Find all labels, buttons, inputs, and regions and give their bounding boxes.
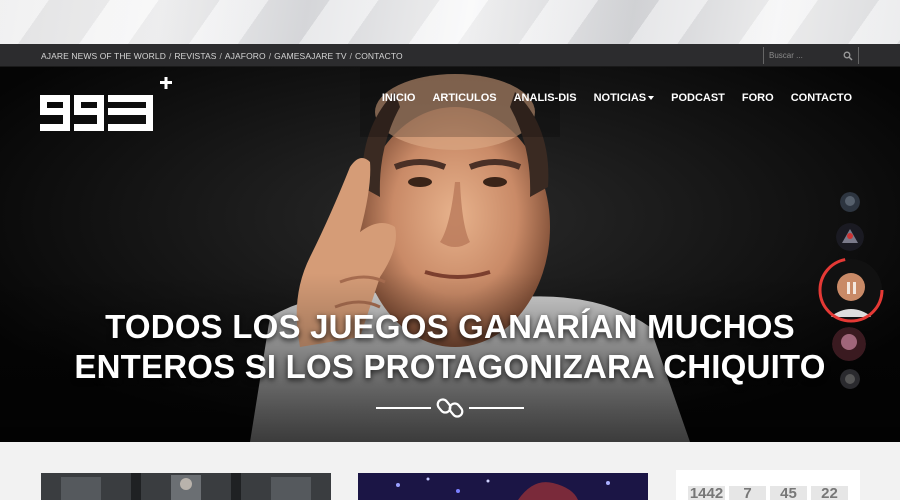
hero-slider[interactable]: INICIO ARTICULOS ANALIS-DIS NOTICIAS POD… xyxy=(0,67,900,442)
slide-thumb-5[interactable] xyxy=(840,369,860,389)
top-link-separator: / xyxy=(268,50,272,61)
search-box xyxy=(763,47,859,64)
countdown-widget: 1442 7 45 22 xyxy=(676,470,860,500)
nav-item-foro[interactable]: FORO xyxy=(742,92,774,104)
nav-item-podcast[interactable]: PODCAST xyxy=(671,92,725,104)
slide-thumb-4[interactable] xyxy=(832,327,866,361)
slider-thumbnails xyxy=(818,189,888,389)
top-links: AJARE NEWS OF THE WORLD / REVISTAS / AJA… xyxy=(41,44,403,67)
main-nav: INICIO ARTICULOS ANALIS-DIS NOTICIAS POD… xyxy=(365,92,852,104)
top-bar: AJARE NEWS OF THE WORLD / REVISTAS / AJA… xyxy=(0,44,900,67)
link-divider-icon xyxy=(376,398,524,418)
search-input[interactable] xyxy=(769,51,839,60)
hero-title-line-1: TODOS LOS JUEGOS GANARÍAN MUCHOS xyxy=(105,308,795,345)
counter-1: 1442 xyxy=(688,486,725,500)
nav-item-analis-dis[interactable]: ANALIS-DIS xyxy=(514,92,577,104)
nav-item-contacto[interactable]: CONTACTO xyxy=(791,92,852,104)
counter-4: 22 xyxy=(811,486,848,500)
article-card-image-1[interactable] xyxy=(41,473,331,500)
top-link-contacto[interactable]: CONTACTO xyxy=(355,51,403,61)
hero-title-line-2: ENTEROS SI LOS PROTAGONIZARA CHIQUITO xyxy=(74,348,826,385)
article-card-image-2[interactable] xyxy=(358,473,648,500)
slide-thumb-1[interactable] xyxy=(840,192,860,212)
top-link-separator: / xyxy=(168,50,172,61)
top-link-separator: / xyxy=(349,50,352,61)
top-link-ajaforo[interactable]: AJAFORO xyxy=(225,51,266,61)
nav-item-noticias-label: NOTICIAS xyxy=(593,92,647,104)
search-icon[interactable] xyxy=(843,51,853,61)
nav-item-articulos[interactable]: ARTICULOS xyxy=(432,92,496,104)
nav-item-inicio[interactable]: INICIO xyxy=(382,92,416,104)
top-link-gamesajare-tv[interactable]: GAMESAJARE TV xyxy=(274,51,346,61)
nav-item-noticias[interactable]: NOTICIAS xyxy=(594,92,655,104)
hero-title[interactable]: TODOS LOS JUEGOS GANARÍAN MUCHOS ENTEROS… xyxy=(0,307,900,387)
content-area: 1442 7 45 22 xyxy=(0,442,900,500)
slide-thumb-2[interactable] xyxy=(836,223,864,251)
top-link-separator: / xyxy=(219,50,222,61)
slide-thumb-active[interactable] xyxy=(818,257,884,323)
counter-3: 45 xyxy=(770,486,807,500)
top-link-news[interactable]: AJARE NEWS OF THE WORLD xyxy=(41,51,166,61)
counter-2: 7 xyxy=(729,486,766,500)
site-logo[interactable] xyxy=(40,77,175,131)
top-banner-background xyxy=(0,0,900,44)
top-link-revistas[interactable]: REVISTAS xyxy=(174,51,216,61)
caret-down-icon xyxy=(648,96,655,100)
